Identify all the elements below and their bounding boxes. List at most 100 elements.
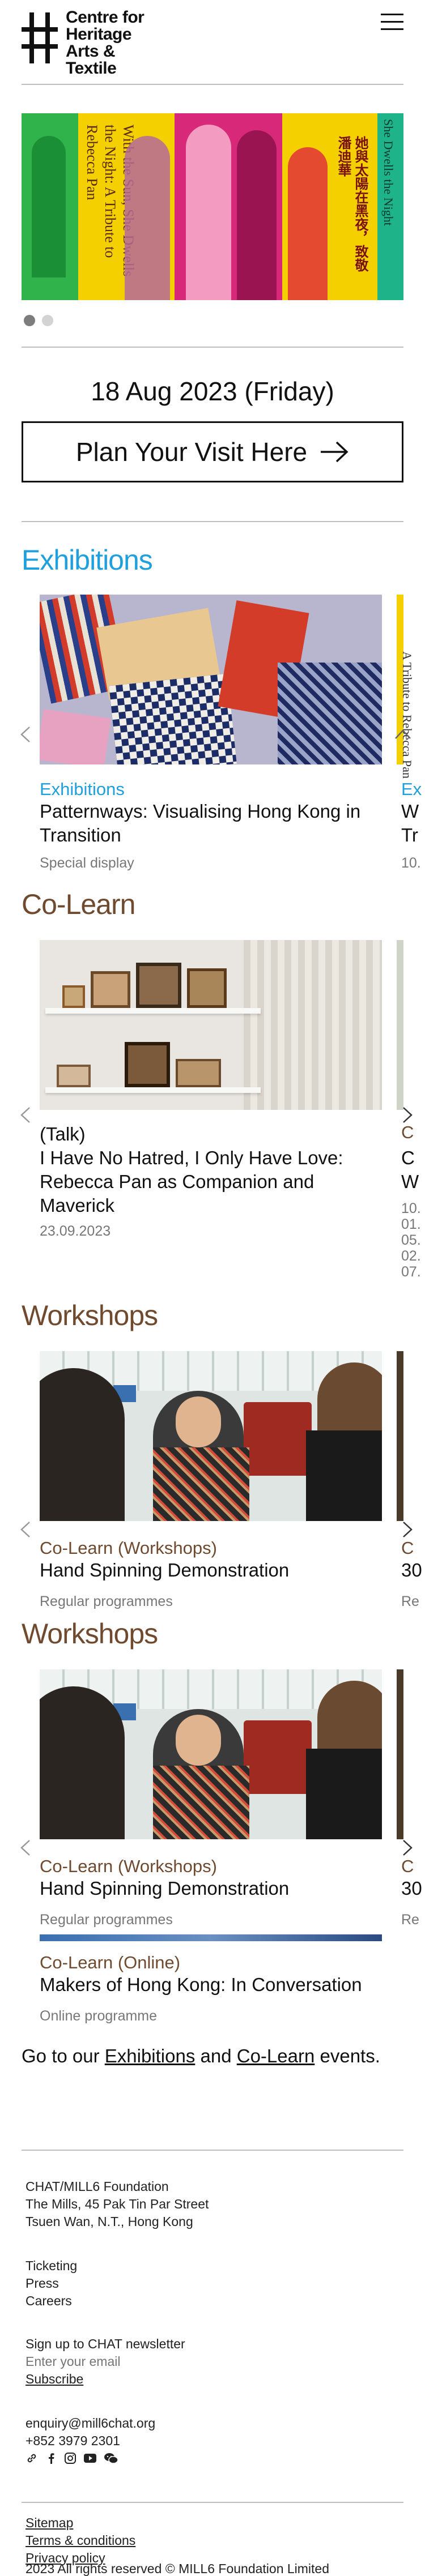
goto-suffix: events.	[320, 2045, 380, 2066]
hero-panel-green	[22, 113, 78, 300]
carousel-next-icon[interactable]	[399, 1839, 416, 1856]
hero-next-slide-peek: She Dwells the Night	[377, 113, 403, 300]
footer-link-ticketing[interactable]: Ticketing	[26, 2257, 77, 2275]
terms-link[interactable]: Terms & conditions	[26, 2532, 135, 2549]
exhibition-card-category[interactable]: Exhibitions	[40, 779, 125, 800]
exhibition-card-image[interactable]	[40, 595, 382, 764]
divider	[22, 347, 403, 348]
workshop-card-peek-category[interactable]: C	[401, 1856, 414, 1877]
goto-prefix: Go to our	[22, 2045, 100, 2066]
carousel-next-icon[interactable]	[399, 1107, 416, 1123]
workshop-card-peek-category[interactable]: C	[401, 1538, 414, 1558]
subscribe-button[interactable]: Subscribe	[26, 2370, 83, 2388]
footer-address-1: The Mills, 45 Pak Tin Par Street	[26, 2197, 209, 2211]
colearn-link[interactable]: Co-Learn	[237, 2045, 315, 2066]
instagram-icon[interactable]	[64, 2452, 76, 2464]
sitemap-link[interactable]: Sitemap	[26, 2514, 73, 2532]
carousel-prev-icon[interactable]	[17, 1107, 34, 1123]
footer-email[interactable]: enquiry@mill6chat.org	[26, 2415, 155, 2432]
exhibition-card-title[interactable]: Patternways: Visualising Hong Kong in Tr…	[40, 800, 380, 847]
carousel-next-icon[interactable]	[399, 1521, 416, 1538]
workshop-card-title[interactable]: Hand Spinning Demonstration	[40, 1877, 289, 1900]
colearn-peek-date: 07.	[401, 1264, 421, 1280]
colearn-peek-date: 02.	[401, 1248, 421, 1264]
newsletter-label: Sign up to CHAT newsletter	[26, 2336, 185, 2351]
carousel-dots	[24, 315, 53, 326]
facebook-icon[interactable]	[45, 2452, 57, 2464]
goto-and: and	[200, 2045, 232, 2066]
newsletter-email-input[interactable]	[26, 2353, 252, 2370]
exhibition-card-peek-title[interactable]: W	[401, 800, 419, 823]
footer-divider	[22, 2150, 403, 2151]
carousel-next-icon[interactable]	[394, 726, 411, 743]
footer-address-2: Tsuen Wan, N.T., Hong Kong	[26, 2214, 193, 2229]
workshop-card-peek-image[interactable]	[397, 1669, 403, 1839]
exhibition-peek-side-text: A Tribute to Rebecca Pan	[400, 651, 414, 779]
exhibition-card-meta: Special display	[40, 855, 134, 871]
online-card-category[interactable]: Co-Learn (Online)	[40, 1953, 180, 1973]
colearn-card-image[interactable]	[40, 940, 382, 1110]
workshop-card-peek-meta: Re	[401, 1594, 419, 1609]
colearn-section-title[interactable]: Co-Learn	[22, 888, 135, 921]
colearn-peek-date: 10.	[401, 1201, 421, 1216]
carousel-dot-2[interactable]	[42, 315, 53, 326]
exhibition-card-peek-title-2[interactable]: Tr	[401, 823, 418, 847]
workshop-card-title[interactable]: Hand Spinning Demonstration	[40, 1558, 289, 1582]
workshop-card-image[interactable]	[40, 1351, 382, 1521]
current-date: 18 Aug 2023 (Friday)	[91, 377, 334, 406]
hero-panel-yellow-2: 她與太陽在黑夜，致敬潘迪華	[282, 113, 377, 300]
carousel-prev-icon[interactable]	[17, 1839, 34, 1856]
workshops-section-title[interactable]: Workshops	[22, 1299, 158, 1332]
footer-divider	[22, 2502, 403, 2503]
workshop-card-peek-title[interactable]: 30	[401, 1558, 422, 1582]
exhibitions-link[interactable]: Exhibitions	[105, 2045, 196, 2066]
footer-link-press[interactable]: Press	[26, 2275, 59, 2292]
online-card-title[interactable]: Makers of Hong Kong: In Conversation	[40, 1973, 362, 1997]
divider	[22, 84, 403, 85]
arrow-right-icon	[321, 441, 348, 463]
goto-events-text: Go to our Exhibitions and Co-Learn event…	[22, 2045, 380, 2067]
hero-carousel[interactable]: With the Sun, She Dwells the Night: A Tr…	[22, 113, 403, 300]
workshop-card-peek-title[interactable]: 30	[401, 1877, 422, 1900]
colearn-card-peek-image[interactable]	[397, 940, 403, 1110]
colearn-card-category[interactable]: (Talk)	[40, 1122, 86, 1146]
menu-icon[interactable]	[381, 14, 403, 32]
exhibitions-section-title[interactable]: Exhibitions	[22, 544, 153, 576]
workshop-card-meta: Regular programmes	[40, 1594, 173, 1609]
colearn-card-peek-category[interactable]: C	[401, 1122, 414, 1143]
colearn-peek-date: 05.	[401, 1232, 421, 1248]
hero-caption-zh: 她與太陽在黑夜，致敬潘迪華	[335, 136, 367, 272]
hero-panel-yellow: With the Sun, She Dwells the Night: A Tr…	[78, 113, 175, 300]
colearn-card-title[interactable]: I Have No Hatred, I Only Have Love: Rebe…	[40, 1146, 357, 1217]
wechat-icon[interactable]	[104, 2452, 118, 2464]
youtube-icon[interactable]	[83, 2452, 97, 2464]
workshop-card-image[interactable]	[40, 1669, 382, 1839]
social-icons	[26, 2452, 118, 2464]
colearn-peek-date: 01.	[401, 1216, 421, 1232]
footer-phone[interactable]: +852 3979 2301	[26, 2432, 120, 2450]
divider	[22, 521, 403, 522]
link-icon[interactable]	[26, 2452, 38, 2464]
workshop-card-peek-image[interactable]	[397, 1351, 403, 1521]
carousel-prev-icon[interactable]	[17, 1521, 34, 1538]
carousel-prev-icon[interactable]	[17, 726, 34, 743]
colearn-card-peek-title[interactable]: C	[401, 1146, 415, 1170]
logo-text[interactable]: Centre for Heritage Arts & Textile	[66, 9, 162, 77]
plan-visit-button[interactable]: Plan Your Visit Here	[22, 421, 403, 482]
colearn-card-meta: 23.09.2023	[40, 1223, 111, 1239]
chat-logo-mark-icon[interactable]	[22, 12, 58, 63]
footer-org: CHAT/MILL6 Foundation	[26, 2179, 169, 2194]
hero-panel-magenta	[175, 113, 282, 300]
carousel-dot-1[interactable]	[24, 315, 35, 326]
workshop-card-category[interactable]: Co-Learn (Workshops)	[40, 1538, 217, 1558]
colearn-card-peek-title-2[interactable]: W	[401, 1170, 419, 1194]
online-card-meta: Online programme	[40, 2008, 158, 2024]
workshop-card-category[interactable]: Co-Learn (Workshops)	[40, 1856, 217, 1877]
footer-link-careers[interactable]: Careers	[26, 2292, 72, 2310]
workshop-card-meta: Regular programmes	[40, 1912, 173, 1928]
online-card-image[interactable]	[40, 1934, 382, 1941]
plan-visit-label: Plan Your Visit Here	[75, 437, 308, 467]
exhibition-card-peek-category[interactable]: Ex	[401, 779, 422, 800]
workshops-section-title[interactable]: Workshops	[22, 1617, 158, 1650]
copyright-text: 2023 All rights reserved © MILL6 Foundat…	[26, 2561, 330, 2576]
